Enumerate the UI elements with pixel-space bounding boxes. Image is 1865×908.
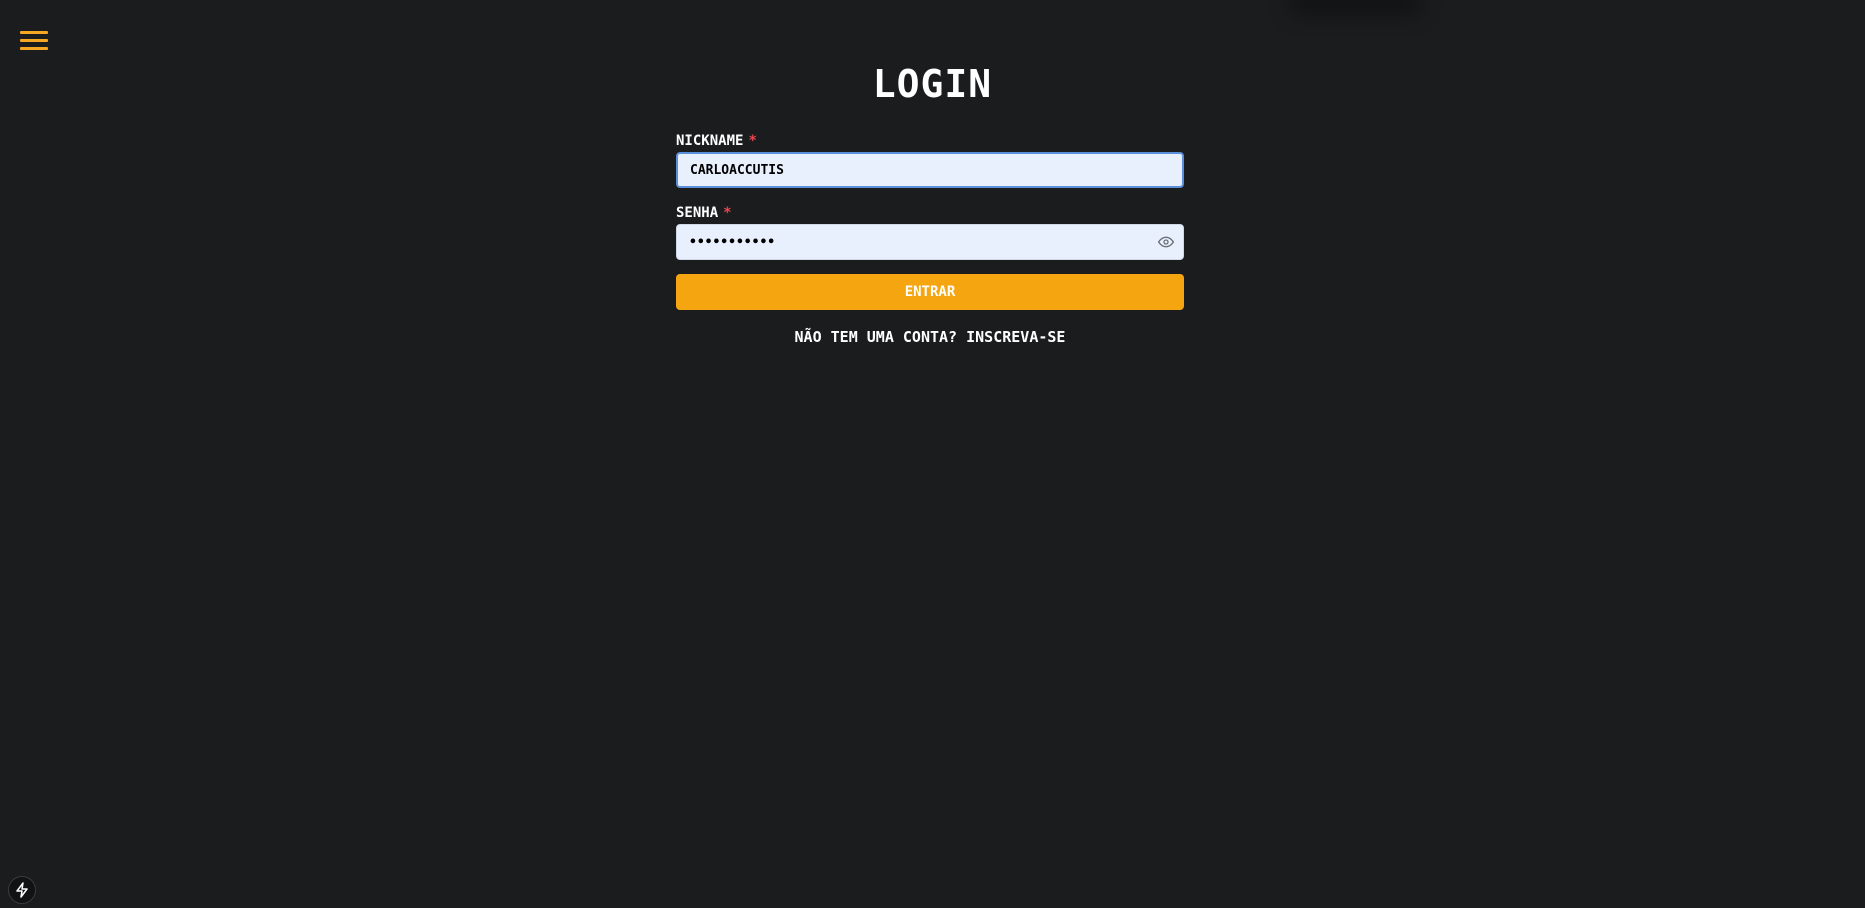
password-label: Senha * [676, 202, 1184, 224]
signup-link[interactable]: Não tem uma conta? Inscreva-se [795, 328, 1066, 346]
password-label-text: Senha [676, 205, 719, 221]
nickname-label-text: Nickname [676, 133, 744, 149]
menu-bar [20, 47, 48, 50]
menu-bar [20, 39, 48, 42]
password-input[interactable] [676, 224, 1184, 260]
required-asterisk: * [723, 205, 732, 221]
nickname-field-wrapper [676, 152, 1184, 188]
password-field-wrapper [676, 224, 1184, 260]
submit-button[interactable]: Entrar [676, 274, 1184, 310]
bolt-glyph [16, 882, 28, 898]
required-asterisk: * [748, 133, 757, 149]
login-form: Nickname* Senha* Entrar Não tem uma cont… [676, 130, 1184, 346]
eye-icon[interactable] [1158, 234, 1174, 250]
lightning-bolt-icon[interactable] [8, 876, 36, 904]
hamburger-menu-icon[interactable] [20, 31, 48, 53]
menu-bar [20, 31, 48, 34]
nickname-label: Nickname * [676, 130, 1184, 152]
nickname-input[interactable] [676, 152, 1184, 188]
page-title: Login [872, 62, 993, 106]
top-shadow-decoration [1290, 0, 1420, 14]
signup-prompt: Não tem uma conta? Inscreva-se [676, 328, 1184, 346]
